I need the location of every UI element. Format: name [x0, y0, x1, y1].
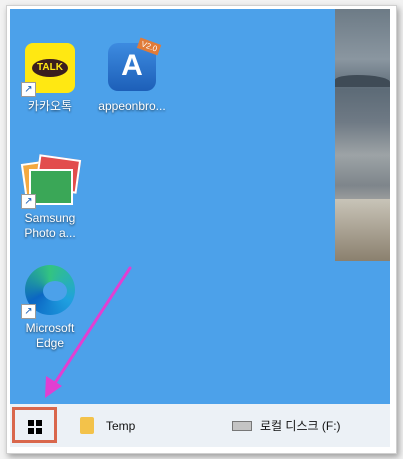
shortcut-arrow-icon: ↗	[21, 194, 36, 209]
desktop-icon-kakaotalk[interactable]: TALK ↗ 카카오톡	[10, 39, 90, 114]
appeon-icon: A V2.0	[103, 37, 162, 97]
label-line: Samsung	[24, 211, 76, 225]
start-button[interactable]	[12, 407, 57, 443]
desktop-icon-label: appeonbro...	[98, 99, 166, 113]
kakaotalk-badge: TALK	[32, 59, 68, 77]
folder-icon	[80, 417, 94, 434]
desktop-icon-samsung-photo[interactable]: ↗ Samsung Photo a...	[10, 151, 90, 241]
desktop-icon-label: Microsoft Edge	[10, 321, 90, 351]
label-line: Edge	[35, 336, 65, 350]
shortcut-arrow-icon: ↗	[21, 82, 36, 97]
samsung-photo-icon: ↗	[20, 151, 82, 209]
wallpaper-photo	[335, 9, 390, 261]
kakaotalk-icon: TALK ↗	[21, 39, 79, 97]
taskbar-item-label: 로컬 디스크 (F:)	[260, 419, 341, 433]
taskbar-item-temp[interactable]: Temp	[80, 404, 135, 447]
desktop: TALK ↗ 카카오톡 A V2.0 appeonbro... ↗ Samsun…	[10, 9, 390, 447]
label-line: Microsoft	[25, 321, 75, 335]
taskbar-item-label: Temp	[106, 418, 136, 433]
desktop-icon-label: 카카오톡	[27, 99, 73, 113]
shortcut-arrow-icon: ↗	[21, 304, 36, 319]
label-line: Photo a...	[24, 226, 76, 240]
edge-icon: ↗	[21, 261, 79, 319]
desktop-icon-edge[interactable]: ↗ Microsoft Edge	[10, 261, 90, 351]
desktop-icon-label: Samsung Photo a...	[10, 211, 90, 241]
taskbar-item-local-disk[interactable]: 로컬 디스크 (F:)	[232, 404, 341, 447]
drive-icon	[232, 420, 252, 431]
taskbar: Temp 로컬 디스크 (F:)	[10, 404, 390, 447]
desktop-icon-appeon[interactable]: A V2.0 appeonbro...	[92, 37, 172, 114]
windows-logo-icon	[28, 420, 42, 434]
